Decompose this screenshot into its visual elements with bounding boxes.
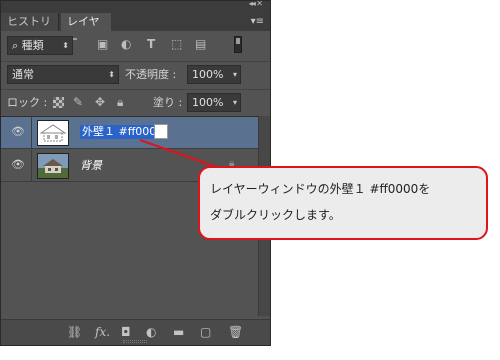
blend-row: 通常 ⬍ 不透明度 : 100% ▾ xyxy=(1,61,270,87)
panel-tabs: ヒストリー レイヤー ▾≡ xyxy=(1,10,270,46)
lock-move-icon[interactable]: ✥ xyxy=(95,93,105,112)
collapse-icon[interactable]: ◂◂ ✕ xyxy=(249,0,263,8)
image-filter-icon[interactable]: ▣ xyxy=(97,35,108,54)
panel-top-strip: ◂◂ ✕ xyxy=(1,0,270,10)
opacity-field[interactable]: 100% ▾ xyxy=(187,65,241,84)
lock-transparent-icon[interactable] xyxy=(53,97,64,108)
adjustment-filter-icon[interactable]: ◐ xyxy=(121,35,131,54)
layer-name[interactable]: 背景 xyxy=(80,159,102,173)
panel-menu-icon[interactable]: ▾≡ xyxy=(251,16,264,27)
new-layer-icon[interactable]: ▢ xyxy=(200,325,211,339)
opacity-label: 不透明度 : xyxy=(125,68,177,81)
chevron-down-icon[interactable]: ▾ xyxy=(233,66,237,83)
shape-filter-icon[interactable]: ⬚ xyxy=(171,35,182,54)
mask-icon[interactable]: ◘ xyxy=(121,325,131,339)
lock-all-icon[interactable]: 🔒︎ xyxy=(117,93,123,112)
lock-row: ロック : ✎ ✥ 🔒︎ 塗り : 100% ▾ xyxy=(1,89,270,115)
search-icon: ⌕ xyxy=(12,39,22,52)
instruction-callout: レイヤーウィンドウの外壁１ #ff0000を ダブルクリックします。 xyxy=(198,166,488,240)
filter-toggle[interactable] xyxy=(234,36,242,53)
blend-mode-select[interactable]: 通常 ⬍ xyxy=(7,65,119,84)
updown-icon: ⬍ xyxy=(108,70,115,79)
text-filter-icon[interactable]: T xyxy=(147,35,155,54)
layer-thumbnail xyxy=(37,153,69,179)
fx-icon[interactable]: fx. xyxy=(95,325,110,339)
layer-row-selected[interactable]: 👁︎ 外壁１ #ff0000 xyxy=(1,117,258,149)
callout-line-2: ダブルクリックします。 xyxy=(210,208,341,222)
tab-history[interactable]: ヒストリー xyxy=(1,13,59,46)
eye-icon[interactable]: 👁︎ xyxy=(11,126,25,138)
eye-icon[interactable]: 👁︎ xyxy=(11,159,25,171)
lock-label: ロック : xyxy=(7,96,48,109)
lock-paint-icon[interactable]: ✎ xyxy=(73,93,83,112)
layer-thumbnail xyxy=(37,120,69,146)
filter-kind-select[interactable]: ⌕ 種類 ⬍ xyxy=(7,36,73,55)
filter-row: ⌕ 種類 ⬍ ▣ ◐ T ⬚ ▤ xyxy=(1,32,270,58)
chevron-down-icon[interactable]: ▾ xyxy=(233,94,237,111)
fill-field[interactable]: 100% ▾ xyxy=(187,93,241,112)
smart-object-filter-icon[interactable]: ▤ xyxy=(195,35,206,54)
layer-name-input[interactable]: 外壁１ #ff0000 xyxy=(80,125,166,139)
resize-grip[interactable] xyxy=(123,340,147,343)
trash-icon[interactable]: 🗑︎ xyxy=(228,325,243,339)
updown-icon: ⬍ xyxy=(62,41,69,50)
link-icon[interactable]: ⛓︎ xyxy=(67,325,82,339)
folder-icon[interactable]: ▬ xyxy=(173,325,184,339)
adjustment-icon[interactable]: ◐ xyxy=(146,325,156,339)
callout-line-1: レイヤーウィンドウの外壁１ #ff0000を xyxy=(210,182,431,196)
tab-layers[interactable]: レイヤー xyxy=(61,13,111,46)
text-cursor-box xyxy=(154,124,168,139)
fill-label: 塗り : xyxy=(153,96,183,109)
